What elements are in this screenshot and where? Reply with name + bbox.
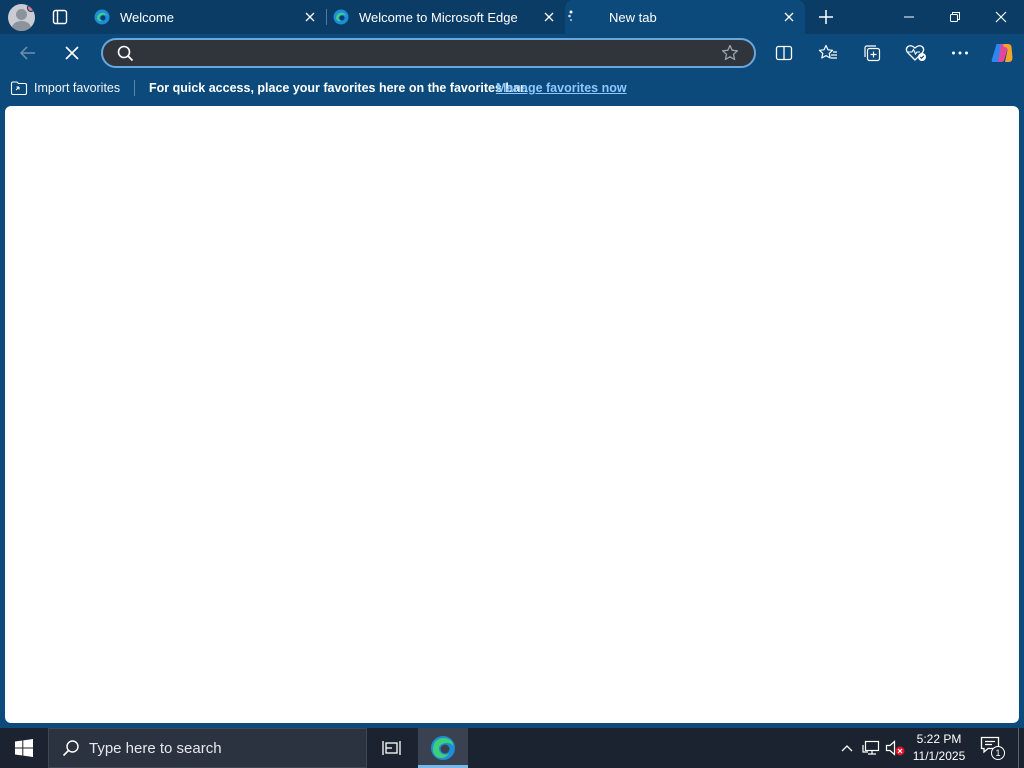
browser-essentials-button[interactable] [901, 38, 931, 68]
close-tab-icon[interactable] [300, 7, 320, 27]
address-input[interactable] [145, 43, 705, 63]
taskbar-search-placeholder: Type here to search [89, 739, 222, 757]
tab-new-tab[interactable]: New tab [565, 0, 805, 34]
address-bar[interactable] [101, 38, 756, 68]
collections-icon [864, 45, 881, 62]
taskbar: Type here to search 5:22 PM 11/1/2025 1 [0, 728, 1024, 768]
import-favorites-button[interactable]: Import favorites [10, 79, 120, 97]
favorites-bar: Import favorites For quick access, place… [0, 72, 1024, 104]
stop-x-icon [65, 46, 79, 60]
notification-count-badge: 1 [991, 746, 1005, 760]
minimize-button[interactable] [886, 0, 932, 34]
back-arrow-icon [19, 46, 35, 60]
profile-avatar-icon[interactable] [8, 4, 35, 31]
copilot-icon [991, 44, 1013, 62]
plus-icon [819, 10, 833, 24]
volume-button[interactable] [885, 738, 905, 758]
close-icon [995, 11, 1007, 23]
show-desktop-button[interactable] [1018, 728, 1019, 768]
tab-title: New tab [609, 9, 657, 25]
settings-more-button[interactable] [945, 38, 975, 68]
minimize-icon [904, 16, 914, 18]
volume-muted-icon [885, 740, 905, 756]
show-hidden-icons-button[interactable] [837, 738, 857, 758]
import-folder-icon [10, 81, 28, 96]
favorites-separator [134, 80, 135, 96]
tab-title: Welcome [120, 9, 174, 25]
title-bar: Welcome Welcome to Microsoft Edge New ta… [0, 0, 1024, 34]
favorites-list-icon [818, 44, 837, 59]
taskbar-search-box[interactable]: Type here to search [48, 728, 367, 768]
edge-logo-icon [333, 9, 349, 25]
task-view-button[interactable] [376, 728, 408, 768]
network-button[interactable] [861, 738, 881, 758]
favorite-star-icon[interactable] [721, 44, 739, 62]
favorites-button[interactable] [813, 38, 843, 68]
notification-center-button[interactable]: 1 [980, 736, 1005, 760]
manage-favorites-link[interactable]: Manage favorites now [496, 81, 627, 95]
more-dots-icon [952, 51, 968, 55]
tab-welcome-to-edge[interactable]: Welcome to Microsoft Edge [327, 0, 565, 34]
edge-logo-icon [431, 736, 455, 760]
close-tab-icon[interactable] [779, 7, 799, 27]
system-clock[interactable]: 5:22 PM 11/1/2025 [906, 731, 972, 765]
taskbar-edge-button[interactable] [418, 728, 468, 768]
page-content-area[interactable] [5, 106, 1019, 723]
search-icon [117, 45, 134, 62]
close-window-button[interactable] [978, 0, 1024, 34]
browser-essentials-heart-icon [905, 45, 926, 61]
new-tab-button[interactable] [812, 5, 840, 29]
navigation-toolbar [0, 34, 1024, 72]
task-view-icon [382, 741, 401, 755]
back-button[interactable] [13, 38, 43, 68]
copilot-button[interactable] [987, 38, 1017, 68]
favorites-bar-message: For quick access, place your favorites h… [149, 81, 528, 95]
search-icon [61, 738, 81, 758]
network-icon [862, 740, 880, 755]
restore-icon [950, 12, 960, 22]
close-tab-icon[interactable] [539, 7, 559, 27]
tab-welcome[interactable]: Welcome [88, 0, 326, 34]
start-button[interactable] [0, 728, 48, 768]
stop-loading-button[interactable] [57, 38, 87, 68]
split-screen-button[interactable] [769, 38, 799, 68]
collections-button[interactable] [857, 38, 887, 68]
import-favorites-label: Import favorites [34, 81, 121, 95]
chevron-up-icon [841, 745, 853, 752]
tab-actions-menu-icon[interactable] [48, 6, 72, 28]
clock-time: 5:22 PM [916, 732, 962, 746]
edge-logo-icon [94, 9, 110, 25]
windows-logo-icon [15, 739, 33, 757]
loading-spinner-icon [568, 10, 573, 22]
restore-button[interactable] [932, 0, 978, 34]
tab-title: Welcome to Microsoft Edge [359, 9, 518, 25]
clock-date: 11/1/2025 [912, 749, 966, 763]
split-screen-icon [775, 45, 793, 61]
